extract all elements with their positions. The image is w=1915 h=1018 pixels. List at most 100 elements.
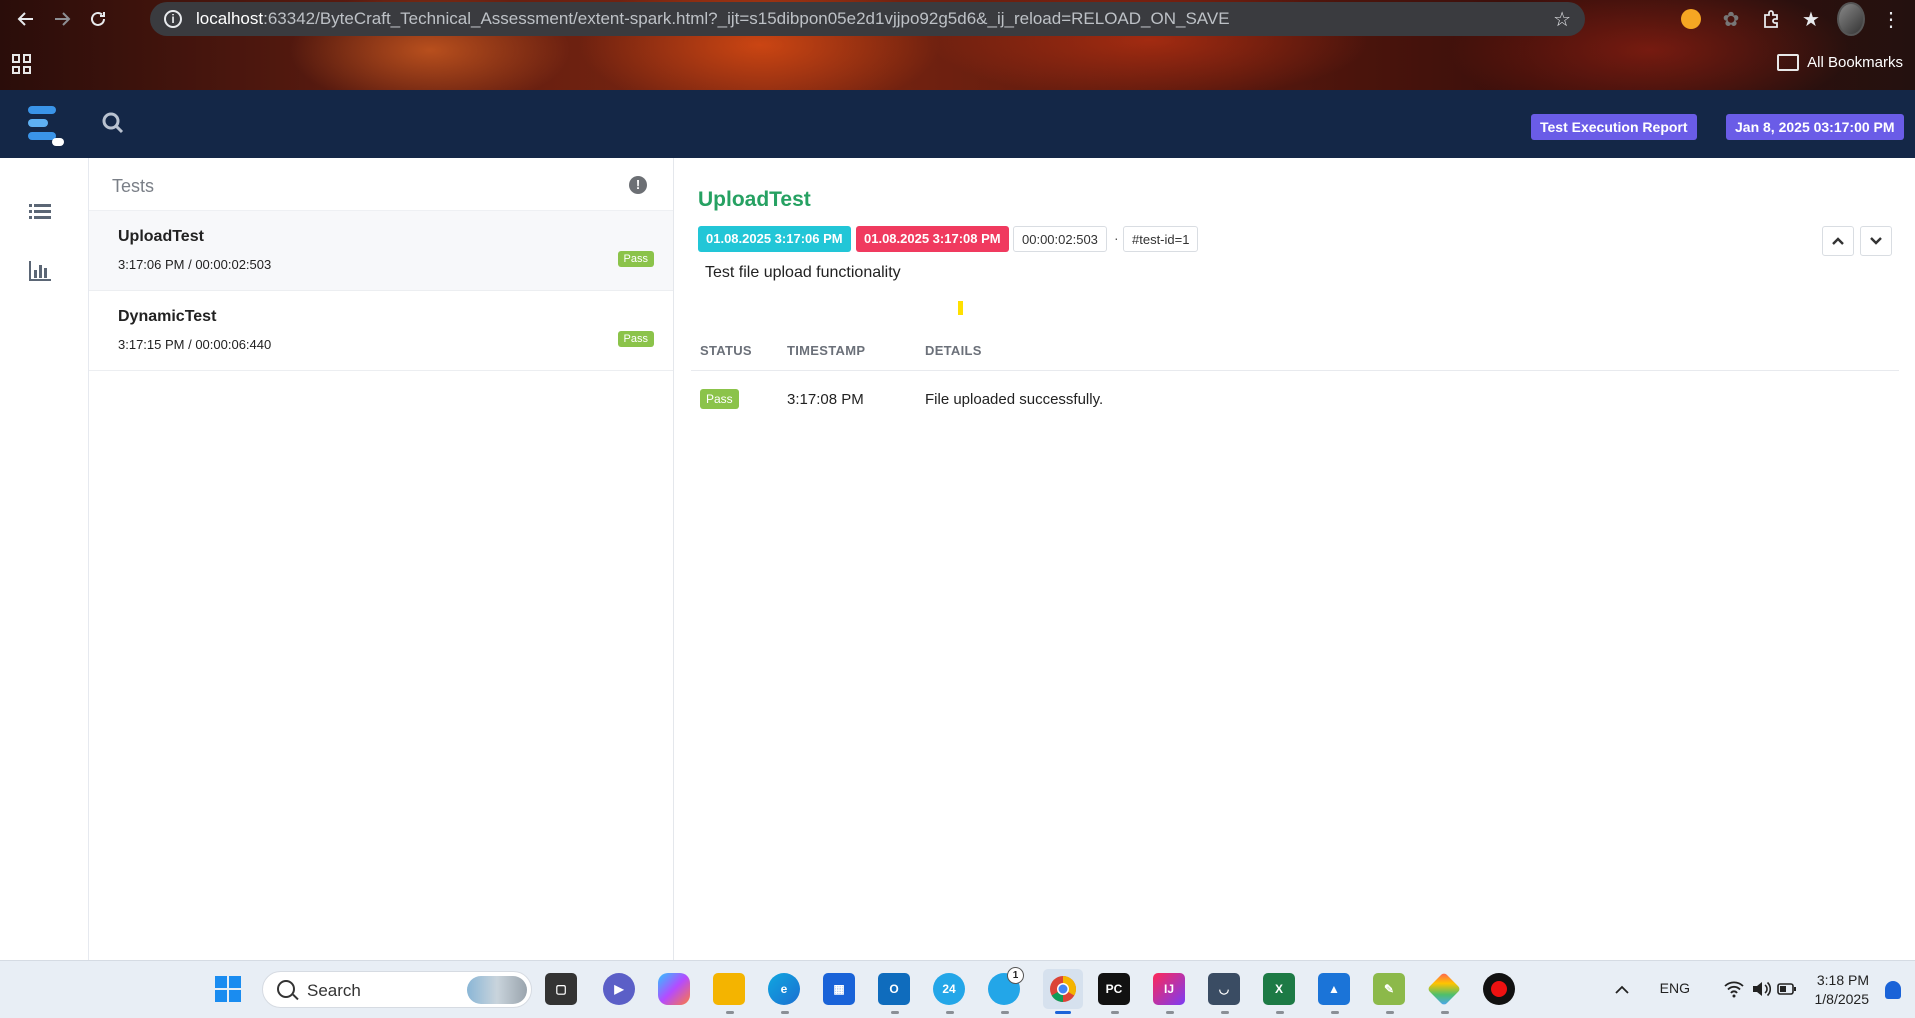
clock-date: 1/8/2025 (1814, 991, 1870, 1007)
back-button[interactable] (8, 1, 44, 37)
site-info-icon[interactable]: i (164, 10, 182, 28)
next-test-button[interactable] (1860, 226, 1892, 256)
bookmark-star-icon[interactable]: ☆ (1553, 7, 1571, 32)
chevron-up-icon[interactable] (1614, 983, 1630, 995)
table-row: Pass 3:17:08 PM File uploaded successful… (691, 371, 1899, 428)
column-timestamp: TIMESTAMP (778, 330, 916, 371)
language-indicator[interactable]: ENG (1660, 980, 1690, 996)
chrome-icon (1050, 976, 1077, 1003)
folder-icon (1777, 54, 1800, 71)
exclamation-icon[interactable]: ! (629, 176, 647, 194)
report-navbar: Test Execution Report Jan 8, 2025 03:17:… (0, 90, 1915, 158)
report-date-badge: Jan 8, 2025 03:17:00 PM (1726, 114, 1904, 140)
outlook-icon[interactable]: O (878, 973, 910, 1005)
view-nav-rail (0, 158, 89, 960)
arrow-left-icon (17, 12, 33, 26)
log-status-cell: Pass (691, 371, 778, 428)
excel-icon[interactable]: X (1263, 973, 1295, 1005)
calendar-app-2-icon[interactable]: 1 (988, 967, 1024, 1005)
edge-icon[interactable]: e (768, 973, 800, 1005)
bookmarks-bar: All Bookmarks (0, 44, 1915, 84)
chrome-taskbar-button[interactable] (1043, 969, 1083, 1009)
address-bar[interactable]: i localhost:63342/ByteCraft_Technical_As… (150, 2, 1585, 36)
clock[interactable]: 3:18 PM 1/8/2025 (1815, 971, 1870, 1009)
url-host: localhost (196, 9, 264, 28)
running-indicator (1166, 1011, 1174, 1014)
active-indicator (1055, 1011, 1071, 1014)
taskbar-search-box[interactable]: Search (262, 971, 532, 1008)
screen-recorder-icon[interactable] (1483, 973, 1515, 1005)
teams-icon[interactable]: ▶ (603, 973, 635, 1005)
previous-test-button[interactable] (1822, 226, 1854, 256)
search-icon (277, 980, 295, 998)
log-table-header: STATUS TIMESTAMP DETAILS (691, 330, 1899, 371)
tests-list-header: Tests ! (89, 158, 673, 211)
running-indicator (781, 1011, 789, 1014)
running-indicator (891, 1011, 899, 1014)
volume-icon[interactable] (1751, 980, 1771, 998)
bar-chart-icon[interactable] (28, 258, 52, 282)
status-badge: Pass (700, 389, 739, 409)
test-meta: 3:17:15 PM / 00:00:06:440 (118, 337, 272, 352)
bookmarks-star-icon[interactable]: ★ (1797, 5, 1825, 33)
notification-bell-icon[interactable] (1885, 981, 1901, 999)
url-path: :63342/ByteCraft_Technical_Assessment/ex… (263, 9, 1230, 28)
notification-count-badge: 1 (1007, 967, 1024, 984)
list-view-icon[interactable] (28, 200, 52, 224)
file-explorer-icon[interactable] (713, 973, 745, 1005)
all-bookmarks-button[interactable]: All Bookmarks (1777, 54, 1903, 71)
battery-icon[interactable] (1777, 982, 1797, 996)
security-app-icon[interactable]: ◡ (1208, 973, 1240, 1005)
profile-avatar[interactable] (1837, 2, 1865, 36)
separator-dot: · (1114, 230, 1119, 246)
text-cursor-marker (958, 301, 963, 315)
photos-icon[interactable]: ▲ (1318, 973, 1350, 1005)
chevron-down-icon (1870, 237, 1882, 245)
tests-list-panel: Tests ! UploadTest 3:17:06 PM / 00:00:02… (89, 158, 674, 960)
test-description: Test file upload functionality (705, 264, 901, 281)
gem-app-icon[interactable] (1427, 972, 1461, 1006)
pycharm-icon[interactable]: PC (1098, 973, 1130, 1005)
windows-start-icon[interactable] (212, 973, 244, 1005)
test-name: DynamicTest (118, 308, 217, 325)
notepad-plus-icon[interactable]: ✎ (1373, 973, 1405, 1005)
test-item-upload[interactable]: UploadTest 3:17:06 PM / 00:00:02:503 Pas… (89, 211, 673, 291)
browser-menu-icon[interactable]: ⋮ (1877, 5, 1905, 33)
extension-puzzle-dim-icon[interactable]: ✿ (1717, 5, 1745, 33)
extent-logo[interactable] (28, 102, 64, 146)
running-indicator (1386, 1011, 1394, 1014)
running-indicator (1001, 1011, 1009, 1014)
forward-button[interactable] (44, 1, 80, 37)
running-indicator (1111, 1011, 1119, 1014)
clock-time: 3:18 PM (1816, 972, 1869, 988)
test-id-badge: #test-id=1 (1123, 226, 1199, 252)
column-details: DETAILS (916, 330, 1899, 371)
log-timestamp: 3:17:08 PM (787, 390, 864, 408)
taskbar-search-label: Search (307, 981, 361, 1000)
calendar-app-icon[interactable]: 24 (933, 973, 965, 1005)
status-badge: Pass (617, 251, 654, 267)
wifi-icon[interactable] (1723, 979, 1745, 999)
search-icon[interactable] (100, 110, 126, 136)
copilot-icon[interactable] (658, 973, 690, 1005)
test-item-dynamic[interactable]: DynamicTest 3:17:15 PM / 00:00:06:440 Pa… (89, 291, 673, 371)
chevron-up-icon (1832, 237, 1844, 245)
task-view-icon[interactable]: ▢ (545, 973, 577, 1005)
extensions-puzzle-icon[interactable] (1757, 5, 1785, 33)
extension-orange-icon[interactable] (1677, 5, 1705, 33)
end-time-badge: 01.08.2025 3:17:08 PM (856, 226, 1009, 252)
log-table: STATUS TIMESTAMP DETAILS Pass 3:17:08 PM… (691, 330, 1899, 427)
running-indicator (946, 1011, 954, 1014)
extension-icons: ✿ ★ ⋮ (1677, 0, 1915, 38)
log-details: File uploaded successfully. (925, 390, 1104, 408)
reload-button[interactable] (80, 1, 116, 37)
store-icon[interactable]: ▦ (823, 973, 855, 1005)
intellij-icon[interactable]: IJ (1153, 973, 1185, 1005)
test-detail-panel: UploadTest 01.08.2025 3:17:06 PM 01.08.2… (674, 158, 1915, 950)
running-indicator (1331, 1011, 1339, 1014)
column-status: STATUS (691, 330, 778, 371)
search-highlight-image (467, 976, 527, 1004)
running-indicator (1441, 1011, 1449, 1014)
apps-grid-icon[interactable] (12, 54, 32, 74)
all-bookmarks-label: All Bookmarks (1807, 54, 1903, 71)
